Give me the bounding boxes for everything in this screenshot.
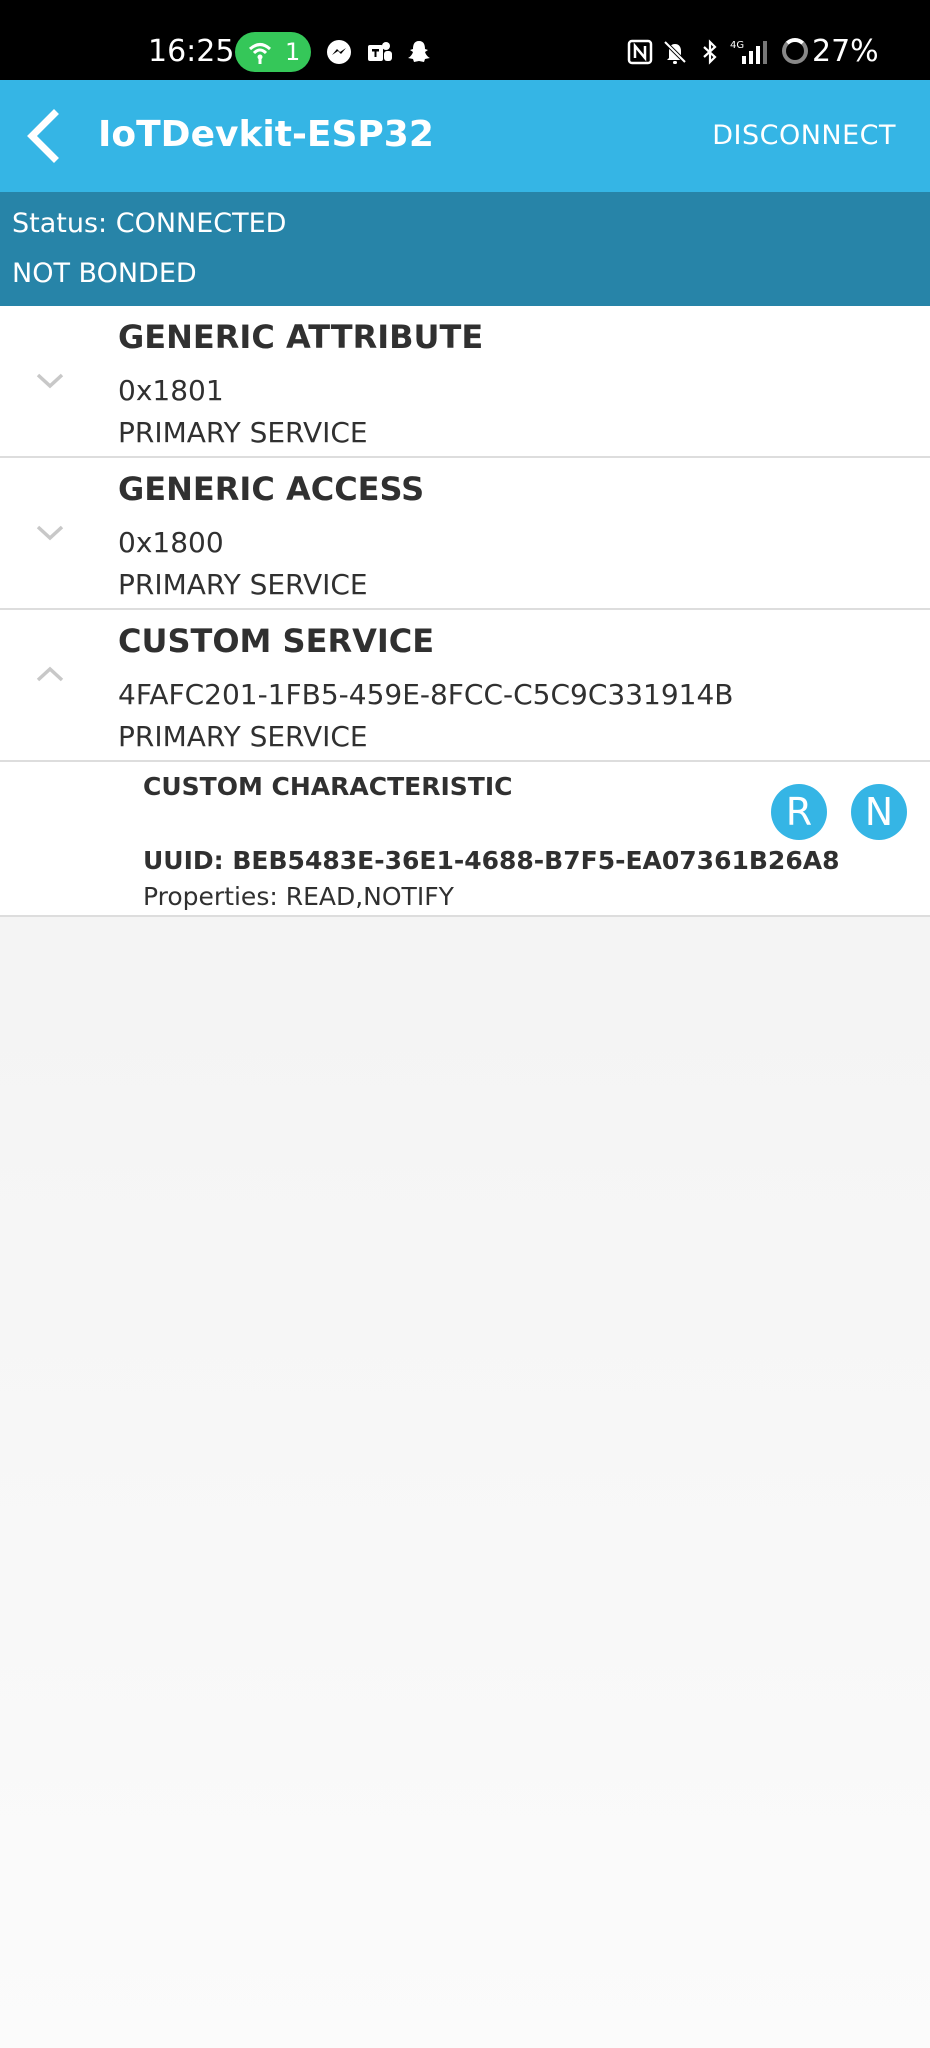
characteristic-properties: Properties: READ,NOTIFY	[143, 882, 454, 911]
service-type: PRIMARY SERVICE	[118, 416, 368, 449]
services-list: GENERIC ATTRIBUTE 0x1801 PRIMARY SERVICE…	[0, 306, 930, 917]
messenger-icon	[327, 40, 351, 64]
chevron-down-icon[interactable]	[33, 516, 67, 550]
hotspot-icon	[248, 43, 272, 64]
service-uuid: 0x1801	[118, 374, 224, 407]
service-name: CUSTOM SERVICE	[118, 622, 435, 660]
service-name: GENERIC ATTRIBUTE	[118, 318, 484, 356]
signal-4g-icon: 4G	[730, 40, 767, 64]
back-arrow-icon[interactable]	[18, 106, 74, 166]
chevron-down-icon[interactable]	[33, 364, 67, 398]
service-item-generic-attribute[interactable]: GENERIC ATTRIBUTE 0x1801 PRIMARY SERVICE	[0, 306, 930, 458]
service-item-custom-service[interactable]: CUSTOM SERVICE 4FAFC201-1FB5-459E-8FCC-C…	[0, 610, 930, 762]
disconnect-button[interactable]: DISCONNECT	[712, 120, 896, 151]
nfc-icon	[627, 39, 653, 65]
app-bar: IoTDevkit-ESP32 DISCONNECT	[0, 80, 930, 192]
service-type: PRIMARY SERVICE	[118, 568, 368, 601]
battery-percent: 27%	[812, 34, 879, 69]
battery-icon	[782, 38, 808, 64]
mute-icon	[663, 40, 687, 64]
connection-status: Status: CONNECTED	[12, 208, 287, 239]
service-item-generic-access[interactable]: GENERIC ACCESS 0x1800 PRIMARY SERVICE	[0, 458, 930, 610]
teams-icon	[368, 42, 392, 61]
snapchat-icon	[408, 41, 430, 62]
service-uuid: 0x1800	[118, 526, 224, 559]
page-title: IoTDevkit-ESP32	[98, 114, 434, 155]
status-bar: 16:25 1 4G 27%	[0, 0, 930, 80]
connection-status-panel: Status: CONNECTED NOT BONDED	[0, 192, 930, 306]
characteristic-name: CUSTOM CHARACTERISTIC	[143, 772, 513, 801]
read-button[interactable]: R	[771, 784, 827, 840]
chevron-up-icon[interactable]	[33, 658, 67, 692]
bond-status: NOT BONDED	[12, 258, 197, 289]
notify-button[interactable]: N	[851, 784, 907, 840]
characteristic-item[interactable]: CUSTOM CHARACTERISTIC R N UUID: BEB5483E…	[0, 762, 930, 917]
bluetooth-icon	[703, 39, 717, 65]
service-type: PRIMARY SERVICE	[118, 720, 368, 753]
service-uuid: 4FAFC201-1FB5-459E-8FCC-C5C9C331914B	[118, 678, 734, 711]
svg-text:4G: 4G	[730, 40, 744, 51]
hotspot-count: 1	[285, 38, 301, 66]
service-name: GENERIC ACCESS	[118, 470, 425, 508]
hotspot-badge: 1	[235, 32, 311, 72]
status-time: 16:25	[148, 34, 235, 69]
characteristic-uuid: UUID: BEB5483E-36E1-4688-B7F5-EA07361B26…	[143, 846, 840, 875]
